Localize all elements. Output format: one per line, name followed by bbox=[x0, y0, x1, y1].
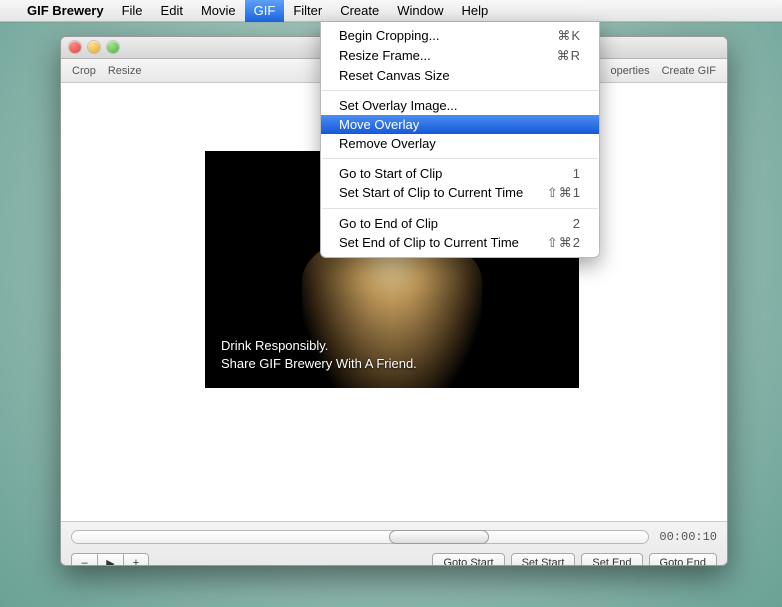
set-end-button[interactable]: Set End bbox=[581, 553, 642, 566]
mi-reset-canvas[interactable]: Reset Canvas Size bbox=[321, 66, 599, 85]
menubar-item-window[interactable]: Window bbox=[388, 0, 452, 22]
menu-separator bbox=[322, 90, 598, 91]
goto-start-button[interactable]: Goto Start bbox=[432, 553, 504, 566]
menubar-item-gif[interactable]: GIF bbox=[245, 0, 285, 22]
mi-set-overlay-image[interactable]: Set Overlay Image... bbox=[321, 96, 599, 115]
playback-segment: – ▶ + bbox=[71, 553, 149, 566]
menubar-item-help[interactable]: Help bbox=[452, 0, 497, 22]
mi-goto-start-clip[interactable]: Go to Start of Clip1 bbox=[321, 164, 599, 183]
menubar-item-create[interactable]: Create bbox=[331, 0, 388, 22]
menu-separator bbox=[322, 158, 598, 159]
mi-goto-end-clip[interactable]: Go to End of Clip2 bbox=[321, 214, 599, 233]
video-caption: Drink Responsibly. Share GIF Brewery Wit… bbox=[221, 337, 417, 374]
mi-move-overlay[interactable]: Move Overlay bbox=[321, 115, 599, 134]
zoom-icon[interactable] bbox=[107, 41, 119, 53]
menubar: GIF Brewery File Edit Movie GIF Filter C… bbox=[0, 0, 782, 22]
toolbar-crop[interactable]: Crop bbox=[67, 65, 101, 77]
gif-menu-dropdown: Begin Cropping...⌘K Resize Frame...⌘R Re… bbox=[320, 22, 600, 258]
progress-thumb[interactable] bbox=[389, 530, 489, 544]
toolbar-resize[interactable]: Resize bbox=[103, 65, 147, 77]
menubar-item-filter[interactable]: Filter bbox=[284, 0, 331, 22]
menu-separator bbox=[322, 208, 598, 209]
step-back-button[interactable]: – bbox=[71, 553, 97, 566]
mi-set-end-clip[interactable]: Set End of Clip to Current Time⇧⌘2 bbox=[321, 233, 599, 253]
toolbar-create-gif[interactable]: Create GIF bbox=[657, 65, 721, 77]
play-button[interactable]: ▶ bbox=[97, 553, 123, 566]
menubar-app[interactable]: GIF Brewery bbox=[18, 0, 113, 22]
mi-set-start-clip[interactable]: Set Start of Clip to Current Time⇧⌘1 bbox=[321, 183, 599, 203]
toolbar-properties[interactable]: operties bbox=[605, 65, 654, 77]
progress-bar[interactable] bbox=[71, 530, 649, 544]
menubar-item-movie[interactable]: Movie bbox=[192, 0, 245, 22]
set-start-button[interactable]: Set Start bbox=[511, 553, 576, 566]
step-forward-button[interactable]: + bbox=[123, 553, 149, 566]
menubar-item-file[interactable]: File bbox=[113, 0, 152, 22]
traffic-lights bbox=[69, 41, 119, 53]
mi-resize-frame[interactable]: Resize Frame...⌘R bbox=[321, 46, 599, 66]
controls: 00:00:10 – ▶ + Goto Start Set Start Set … bbox=[61, 521, 727, 566]
mi-begin-cropping[interactable]: Begin Cropping...⌘K bbox=[321, 26, 599, 46]
time-display: 00:00:10 bbox=[659, 530, 717, 544]
minimize-icon[interactable] bbox=[88, 41, 100, 53]
goto-end-button[interactable]: Goto End bbox=[649, 553, 717, 566]
menubar-item-edit[interactable]: Edit bbox=[152, 0, 192, 22]
close-icon[interactable] bbox=[69, 41, 81, 53]
mi-remove-overlay[interactable]: Remove Overlay bbox=[321, 134, 599, 153]
